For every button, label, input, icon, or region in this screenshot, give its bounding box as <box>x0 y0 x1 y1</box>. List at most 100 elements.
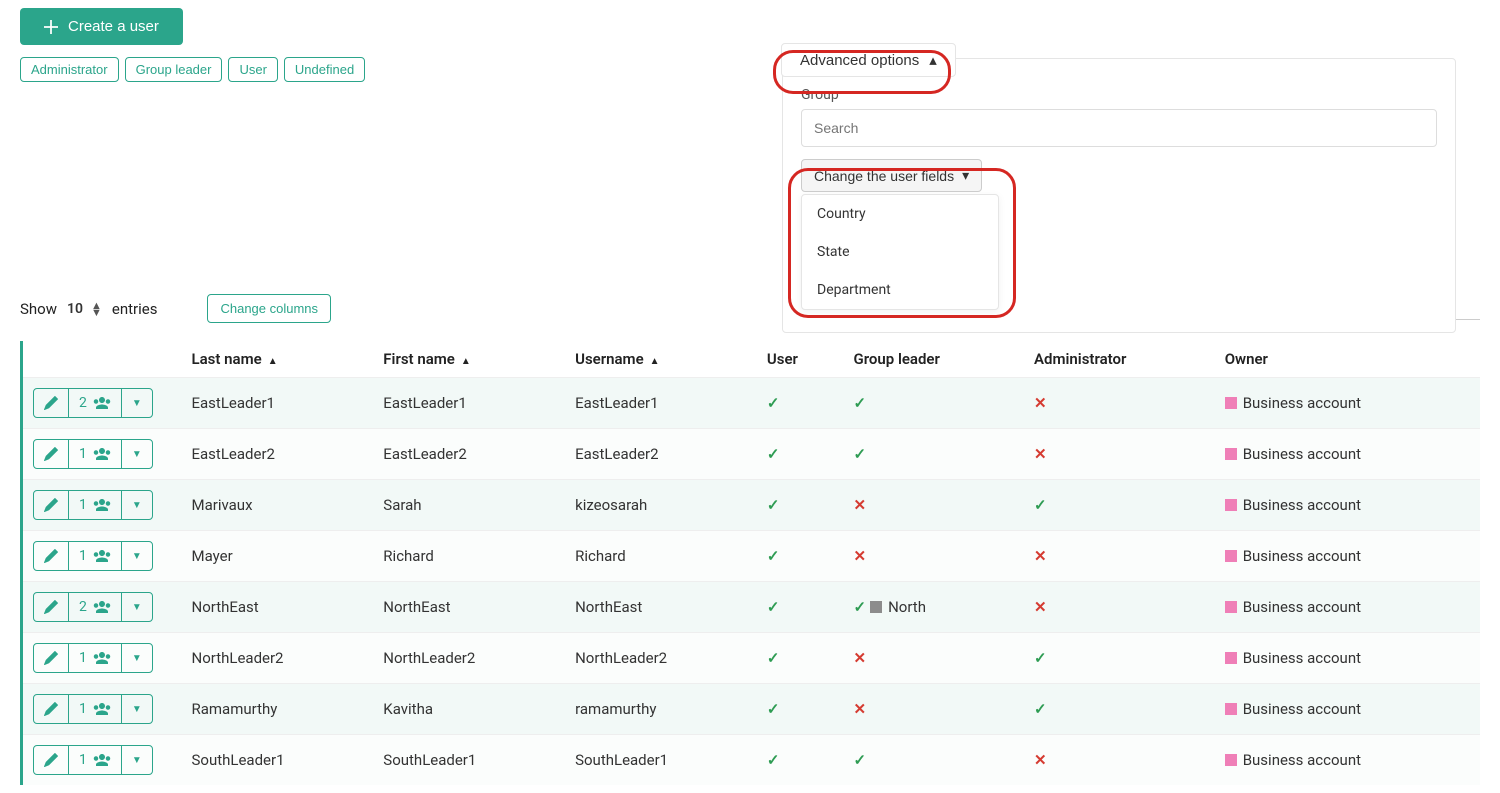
group-count-button[interactable]: 1 <box>69 695 122 723</box>
user-field-option-country[interactable]: Country <box>802 195 998 233</box>
role-filter-undefined[interactable]: Undefined <box>284 57 365 82</box>
change-columns-button[interactable]: Change columns <box>207 294 331 323</box>
cell-last-name: EastLeader1 <box>182 378 374 429</box>
group-count-button[interactable]: 1 <box>69 542 122 570</box>
group-count-button[interactable]: 1 <box>69 440 122 468</box>
group-count-button[interactable]: 2 <box>69 389 122 417</box>
table-row: 2▼NorthEastNorthEastNorthEast✓✓North✕Bus… <box>22 582 1481 633</box>
owner-color-swatch <box>1225 601 1237 613</box>
cell-user: ✓ <box>757 378 844 429</box>
role-filter-group-leader[interactable]: Group leader <box>125 57 223 82</box>
col-user[interactable]: User <box>757 341 844 378</box>
cell-administrator: ✕ <box>1024 531 1215 582</box>
page-size-select[interactable]: 10 ▲▼ <box>67 301 102 317</box>
group-count-button[interactable]: 2 <box>69 593 122 621</box>
cell-username: kizeosarah <box>565 480 757 531</box>
table-row: 1▼NorthLeader2NorthLeader2NorthLeader2✓✕… <box>22 633 1481 684</box>
role-filter-user[interactable]: User <box>228 57 277 82</box>
col-owner[interactable]: Owner <box>1215 341 1480 378</box>
edit-button[interactable] <box>34 542 69 570</box>
row-menu-button[interactable]: ▼ <box>122 746 152 774</box>
advanced-options-label: Advanced options <box>800 52 919 69</box>
cell-group-leader: ✓North <box>844 582 1025 633</box>
table-row: 1▼EastLeader2EastLeader2EastLeader2✓✓✕Bu… <box>22 429 1481 480</box>
row-count: 1 <box>79 701 87 717</box>
edit-button[interactable] <box>34 440 69 468</box>
cell-user: ✓ <box>757 531 844 582</box>
owner-color-swatch <box>1225 397 1237 409</box>
edit-button[interactable] <box>34 644 69 672</box>
cell-last-name: Marivaux <box>182 480 374 531</box>
caret-down-icon: ▼ <box>132 449 142 460</box>
cell-last-name: SouthLeader1 <box>182 735 374 786</box>
cell-group-leader: ✕ <box>844 684 1025 735</box>
group-count-button[interactable]: 1 <box>69 746 122 774</box>
group-icon <box>93 547 111 565</box>
group-icon <box>93 598 111 616</box>
create-user-button[interactable]: Create a user <box>20 8 183 45</box>
cell-last-name: Ramamurthy <box>182 684 374 735</box>
col-username[interactable]: Username▲ <box>565 341 757 378</box>
cell-owner: Business account <box>1215 735 1480 786</box>
pencil-icon <box>44 396 58 410</box>
user-field-option-department[interactable]: Department <box>802 271 998 309</box>
cell-last-name: EastLeader2 <box>182 429 374 480</box>
owner-label: Business account <box>1243 598 1361 616</box>
group-search-input[interactable] <box>801 109 1437 147</box>
cell-first-name: Sarah <box>373 480 565 531</box>
cell-username: NorthEast <box>565 582 757 633</box>
edit-button[interactable] <box>34 746 69 774</box>
edit-button[interactable] <box>34 695 69 723</box>
group-count-button[interactable]: 1 <box>69 491 122 519</box>
group-icon <box>93 496 111 514</box>
owner-label: Business account <box>1243 751 1361 769</box>
row-actions: 1▼ <box>33 745 153 775</box>
cell-first-name: Kavitha <box>373 684 565 735</box>
row-menu-button[interactable]: ▼ <box>122 440 152 468</box>
check-icon: ✓ <box>767 751 780 769</box>
edit-button[interactable] <box>34 389 69 417</box>
check-icon: ✓ <box>767 445 780 463</box>
row-menu-button[interactable]: ▼ <box>122 695 152 723</box>
pencil-icon <box>44 549 58 563</box>
owner-label: Business account <box>1243 394 1361 412</box>
user-field-option-state[interactable]: State <box>802 233 998 271</box>
check-icon: ✓ <box>767 547 780 565</box>
col-last-name[interactable]: Last name▲ <box>182 341 374 378</box>
cell-user: ✓ <box>757 735 844 786</box>
row-count: 1 <box>79 446 87 462</box>
edit-button[interactable] <box>34 593 69 621</box>
cell-first-name: EastLeader1 <box>373 378 565 429</box>
cell-first-name: SouthLeader1 <box>373 735 565 786</box>
advanced-options-toggle[interactable]: Advanced options ▴ <box>781 43 956 77</box>
row-menu-button[interactable]: ▼ <box>122 644 152 672</box>
row-menu-button[interactable]: ▼ <box>122 491 152 519</box>
cell-username: NorthLeader2 <box>565 633 757 684</box>
cell-administrator: ✓ <box>1024 633 1215 684</box>
cell-first-name: Richard <box>373 531 565 582</box>
change-user-fields-button[interactable]: Change the user fields ▾ <box>801 159 982 192</box>
row-count: 2 <box>79 395 87 411</box>
row-menu-button[interactable]: ▼ <box>122 389 152 417</box>
table-row: 1▼MayerRichardRichard✓✕✕Business account <box>22 531 1481 582</box>
caret-down-icon: ▾ <box>962 167 969 184</box>
edit-button[interactable] <box>34 491 69 519</box>
caret-down-icon: ▼ <box>132 500 142 511</box>
check-icon: ✓ <box>854 394 867 412</box>
cross-icon: ✕ <box>1034 751 1047 769</box>
col-group-leader[interactable]: Group leader <box>844 341 1025 378</box>
user-fields-dropdown: CountryStateDepartment <box>801 194 999 310</box>
cell-group-leader: ✓ <box>844 735 1025 786</box>
row-count: 1 <box>79 497 87 513</box>
row-count: 1 <box>79 752 87 768</box>
role-filter-administrator[interactable]: Administrator <box>20 57 119 82</box>
cell-administrator: ✕ <box>1024 735 1215 786</box>
col-administrator[interactable]: Administrator <box>1024 341 1215 378</box>
col-first-name[interactable]: First name▲ <box>373 341 565 378</box>
row-menu-button[interactable]: ▼ <box>122 542 152 570</box>
cell-first-name: NorthEast <box>373 582 565 633</box>
row-menu-button[interactable]: ▼ <box>122 593 152 621</box>
group-name: North <box>888 598 926 616</box>
group-count-button[interactable]: 1 <box>69 644 122 672</box>
owner-color-swatch <box>1225 652 1237 664</box>
